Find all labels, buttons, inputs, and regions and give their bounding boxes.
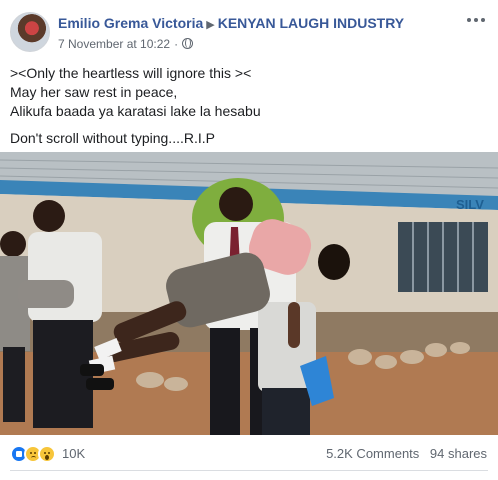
globe-icon: [182, 38, 194, 49]
avatar[interactable]: [10, 12, 50, 52]
reactions-bar: 10K 5.2K Comments 94 shares: [0, 441, 498, 467]
more-dot: [474, 18, 478, 22]
author-line: Emilio Grema Victoria ▶ KENYAN LAUGH INDUS…: [58, 15, 404, 31]
post-header: Emilio Grema Victoria ▶ KENYAN LAUGH INDUS…: [0, 0, 498, 58]
post-line: ><Only the heartless will ignore this ><: [10, 65, 252, 81]
comments-count[interactable]: 5.2K Comments: [326, 446, 419, 461]
post-text: ><Only the heartless will ignore this ><…: [10, 64, 261, 148]
post-meta: 7 November at 10:22 ·: [58, 37, 194, 51]
divider: [10, 470, 488, 471]
shares-count[interactable]: 94 shares: [430, 446, 487, 461]
post-stats: 5.2K Comments 94 shares: [326, 446, 487, 461]
group-name[interactable]: KENYAN LAUGH INDUSTRY: [218, 15, 404, 31]
more-dot: [481, 18, 485, 22]
post-photo[interactable]: SILV: [0, 152, 498, 435]
post-line: Don't scroll without typing....R.I.P: [10, 130, 215, 146]
triangle-right-icon: ▶: [206, 19, 215, 31]
reaction-count[interactable]: 10K: [62, 446, 85, 461]
post-line: Alikufa baada ya karatasi lake la hesabu: [10, 103, 261, 119]
post-line: May her saw rest in peace,: [10, 84, 178, 100]
photo-wall-sign: SILV: [456, 197, 484, 212]
wow-icon: [38, 445, 56, 463]
meta-separator: ·: [174, 37, 179, 51]
author-name[interactable]: Emilio Grema Victoria: [58, 15, 203, 31]
photo-illustration: SILV: [0, 152, 498, 435]
timestamp[interactable]: 7 November at 10:22: [58, 37, 170, 51]
more-dot: [467, 18, 471, 22]
reaction-icons[interactable]: [10, 445, 56, 463]
more-options-button[interactable]: [464, 10, 488, 30]
